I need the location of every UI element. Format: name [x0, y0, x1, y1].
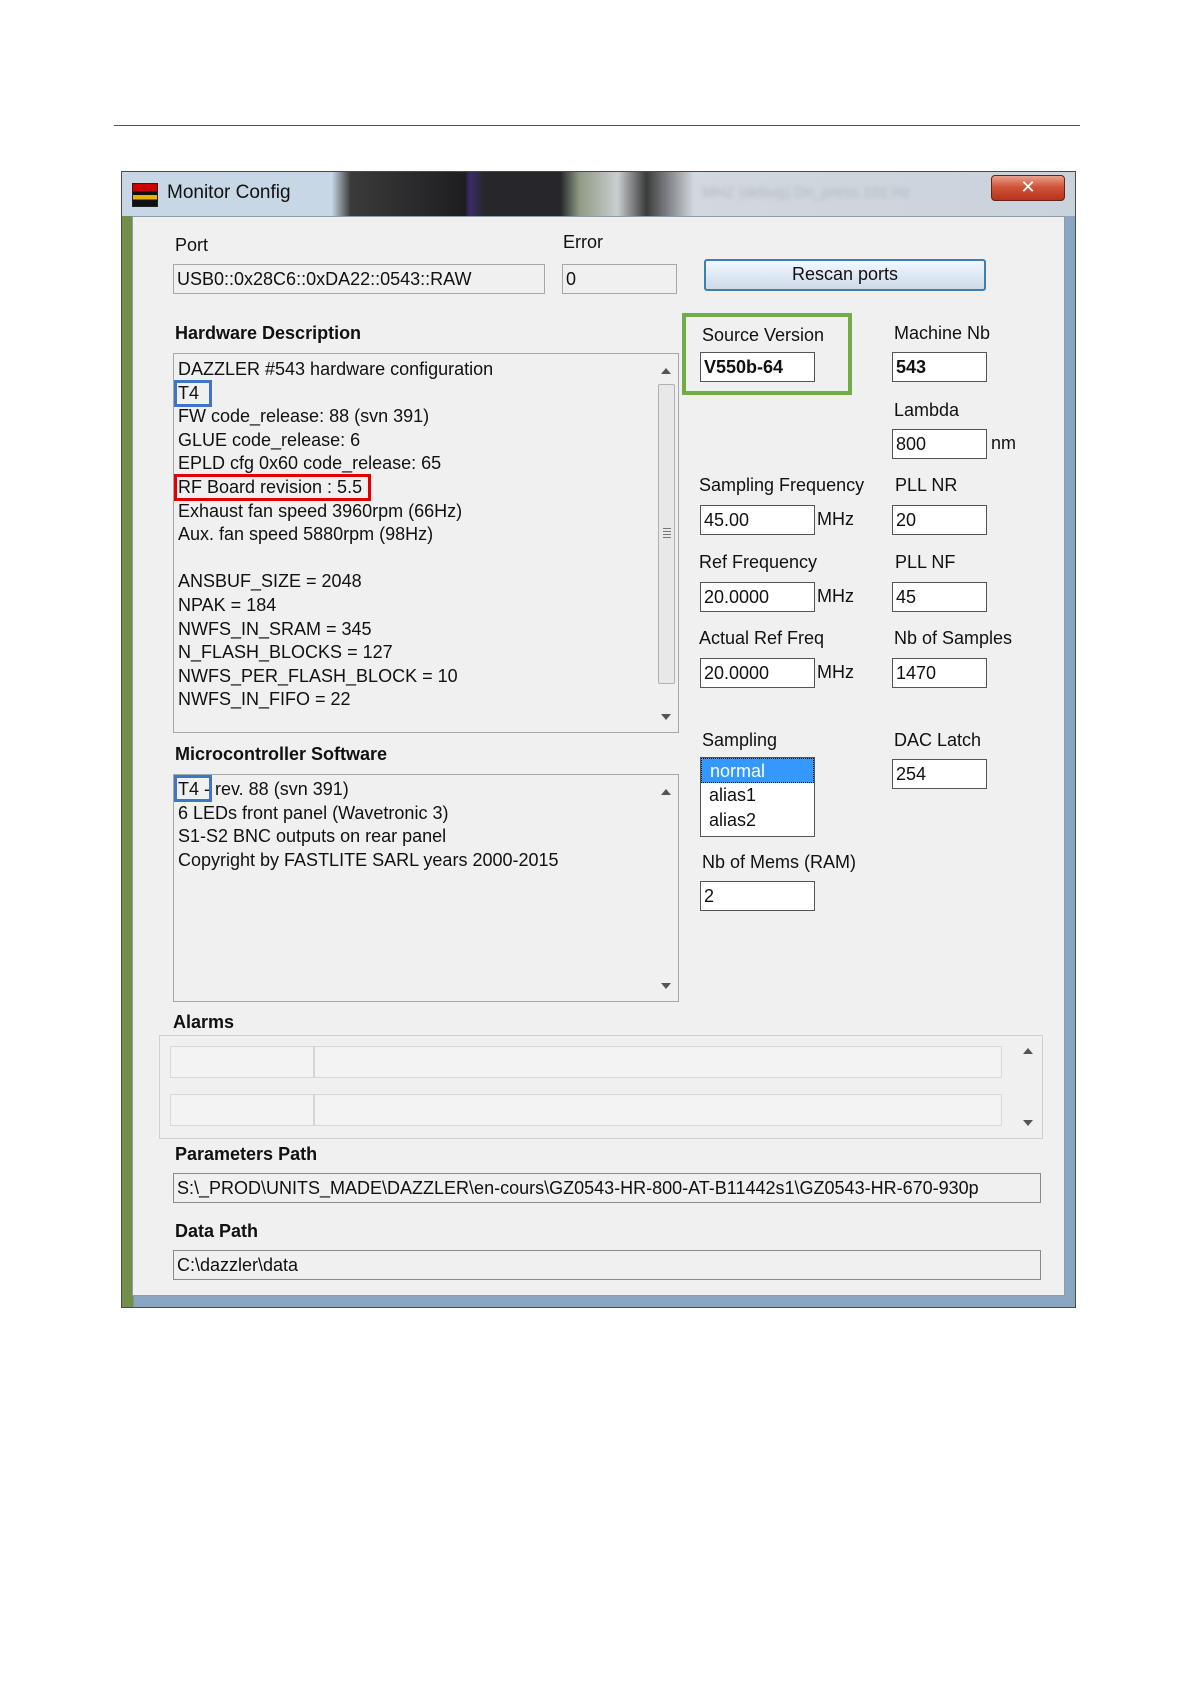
parameters-path-field[interactable]: S:\_PROD\UNITS_MADE\DAZZLER\en-cours\GZ0… [173, 1173, 1041, 1203]
source-version-field[interactable]: V550b-64 [700, 352, 815, 382]
scroll-up-icon[interactable] [661, 368, 671, 374]
rescan-ports-button[interactable]: Rescan ports [704, 259, 986, 291]
table-row[interactable] [170, 1094, 1002, 1126]
app-icon [132, 183, 158, 207]
sampling-option-alias1[interactable]: alias1 [701, 783, 814, 808]
list-item: S1-S2 BNC outputs on rear panel [178, 826, 447, 847]
nb-samples-field[interactable]: 1470 [892, 658, 987, 688]
scroll-down-icon[interactable] [661, 714, 671, 720]
scroll-up-icon[interactable] [661, 789, 671, 795]
list-item: T4 - rev. 88 (svn 391) [178, 779, 349, 799]
alarms-label: Alarms [173, 1012, 235, 1032]
ref-frequency-unit: MHz [817, 586, 854, 606]
alarm-cell-code [170, 1094, 314, 1126]
grip-icon [663, 528, 671, 538]
alarms-scrollbar[interactable] [1014, 1036, 1042, 1138]
sampling-frequency-field[interactable]: 45.00 [700, 505, 815, 535]
list-item: EPLD cfg 0x60 code_release: 65 [178, 453, 442, 474]
microcontroller-scrollbar[interactable] [656, 775, 678, 1001]
scroll-up-icon[interactable] [1023, 1048, 1033, 1054]
microcontroller-software-list[interactable]: T4 - rev. 88 (svn 391) 6 LEDs front pane… [173, 774, 679, 1002]
monitor-config-window: Monitor Config MHZ (debug) Dn_press 101 … [121, 171, 1076, 1308]
dac-latch-label: DAC Latch [894, 730, 982, 750]
list-item: NWFS_PER_FLASH_BLOCK = 10 [178, 665, 458, 686]
machine-nb-field[interactable]: 543 [892, 352, 987, 382]
close-icon: ✕ [1020, 177, 1036, 197]
list-item: ANSBUF_SIZE = 2048 [178, 571, 362, 592]
list-item: N_FLASH_BLOCKS = 127 [178, 642, 393, 663]
sampling-label: Sampling [702, 730, 778, 750]
port-field[interactable]: USB0::0x28C6::0xDA22::0543::RAW [173, 264, 545, 294]
pll-nr-field[interactable]: 20 [892, 505, 987, 535]
list-item: NWFS_IN_SRAM = 345 [178, 618, 372, 639]
data-path-label: Data Path [175, 1221, 259, 1241]
sampling-frequency-unit: MHz [817, 509, 854, 529]
list-item: Exhaust fan speed 3960rpm (66Hz) [178, 500, 463, 521]
actual-ref-freq-field[interactable]: 20.0000 [700, 658, 815, 688]
hardware-description-label: Hardware Description [175, 323, 362, 343]
list-item: NPAK = 184 [178, 594, 277, 615]
scroll-down-icon[interactable] [1023, 1120, 1033, 1126]
scroll-down-icon[interactable] [661, 983, 671, 989]
alarm-cell-message [314, 1094, 1002, 1126]
page-top-rule [114, 125, 1080, 126]
microcontroller-lines: T4 - rev. 88 (svn 391) 6 LEDs front pane… [174, 778, 559, 872]
nb-mems-field[interactable]: 2 [700, 881, 815, 911]
lambda-label: Lambda [894, 400, 960, 420]
port-label: Port [175, 235, 209, 255]
list-item: FW code_release: 88 (svn 391) [178, 406, 430, 427]
sampling-listbox[interactable]: normal alias1 alias2 [700, 757, 815, 837]
pll-nr-label: PLL NR [895, 475, 958, 495]
alarm-cell-message [314, 1046, 1002, 1078]
list-item: Copyright by FASTLITE SARL years 2000-20… [178, 849, 559, 870]
hardware-description-list[interactable]: DAZZLER #543 hardware configuration T4 F… [173, 353, 679, 733]
table-row[interactable] [170, 1046, 1002, 1078]
lambda-unit: nm [991, 433, 1017, 453]
sampling-frequency-label: Sampling Frequency [699, 475, 865, 495]
list-item: RF Board revision : 5.5 [178, 476, 363, 497]
ref-frequency-field[interactable]: 20.0000 [700, 582, 815, 612]
error-label: Error [563, 232, 603, 252]
scroll-thumb[interactable] [658, 384, 675, 684]
actual-ref-freq-unit: MHz [817, 662, 854, 682]
sampling-option-alias2[interactable]: alias2 [701, 808, 814, 833]
pll-nf-field[interactable]: 45 [892, 582, 987, 612]
lambda-field[interactable]: 800 [892, 429, 987, 459]
hardware-scrollbar[interactable] [656, 354, 678, 732]
machine-nb-label: Machine Nb [894, 323, 991, 343]
list-item: 6 LEDs front panel (Wavetronic 3) [178, 802, 449, 823]
hardware-lines: DAZZLER #543 hardware configuration T4 F… [174, 358, 493, 712]
close-button[interactable]: ✕ [991, 175, 1065, 201]
source-version-label: Source Version [702, 325, 825, 345]
parameters-path-label: Parameters Path [175, 1144, 318, 1164]
dac-latch-field[interactable]: 254 [892, 759, 987, 789]
alarms-table[interactable] [159, 1035, 1043, 1139]
error-field[interactable]: 0 [562, 264, 677, 294]
list-item: NWFS_IN_FIFO = 22 [178, 689, 351, 710]
data-path-field[interactable]: C:\dazzler\data [173, 1250, 1041, 1280]
nb-mems-label: Nb of Mems (RAM) [702, 852, 857, 872]
list-item: DAZZLER #543 hardware configuration [178, 359, 494, 379]
ref-frequency-label: Ref Frequency [699, 552, 818, 572]
actual-ref-freq-label: Actual Ref Freq [699, 628, 825, 648]
dialog-client-area: Port USB0::0x28C6::0xDA22::0543::RAW Err… [132, 216, 1065, 1296]
window-title: Monitor Config [167, 182, 291, 203]
list-item: T4 [178, 382, 200, 403]
list-item: GLUE code_release: 6 [178, 429, 361, 450]
list-item [174, 547, 493, 571]
alarm-cell-code [170, 1046, 314, 1078]
list-item: Aux. fan speed 5880rpm (98Hz) [178, 524, 434, 545]
sampling-option-normal[interactable]: normal [701, 758, 814, 783]
nb-samples-label: Nb of Samples [894, 628, 1013, 648]
microcontroller-software-label: Microcontroller Software [175, 744, 388, 764]
title-bar[interactable]: Monitor Config MHZ (debug) Dn_press 101 … [122, 172, 1075, 216]
pll-nf-label: PLL NF [895, 552, 956, 572]
